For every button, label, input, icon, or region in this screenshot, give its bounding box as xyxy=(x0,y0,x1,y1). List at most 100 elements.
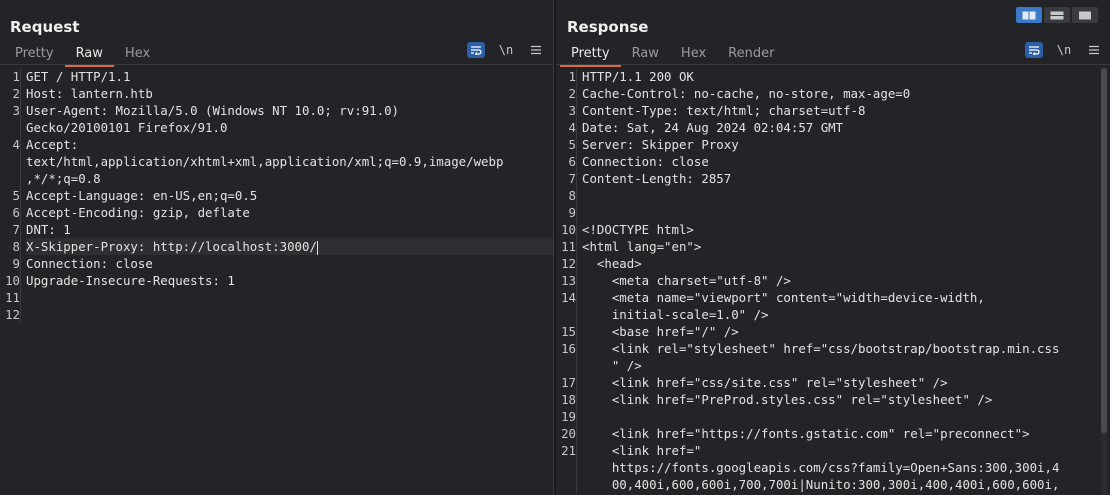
line-number: 10 xyxy=(561,222,576,237)
tab-hex[interactable]: Hex xyxy=(670,44,717,65)
code-line[interactable]: 3 Content-Type: text/html; charset=utf-8 xyxy=(556,102,1110,119)
code-line[interactable]: 6 Connection: close xyxy=(556,153,1110,170)
code-line[interactable]: 19 xyxy=(556,408,1110,425)
show-newlines-button[interactable]: \n xyxy=(497,42,515,58)
code-line[interactable]: 4 Accept: xyxy=(0,136,553,153)
code-line[interactable]: ,*/*;q=0.8 xyxy=(0,170,553,187)
gutter-separator xyxy=(576,187,577,204)
code-line[interactable]: 17 <link href="css/site.css" rel="styles… xyxy=(556,374,1110,391)
show-newlines-button[interactable]: \n xyxy=(1055,42,1073,58)
code-text: <link href="https://fonts.gstatic.com" r… xyxy=(582,426,1030,441)
code-text: Host: lantern.htb xyxy=(26,86,153,101)
code-line[interactable]: Gecko/20100101 Firefox/91.0 xyxy=(0,119,553,136)
code-line[interactable]: 6 Accept-Encoding: gzip, deflate xyxy=(0,204,553,221)
response-tools: \n xyxy=(1025,42,1103,58)
code-text: <html lang="en"> xyxy=(582,239,702,254)
line-number: 12 xyxy=(5,307,20,322)
tab-render[interactable]: Render xyxy=(717,44,785,65)
code-line[interactable]: 9 xyxy=(556,204,1110,221)
code-line[interactable]: " /> xyxy=(556,357,1110,374)
stacked-icon[interactable] xyxy=(1044,7,1070,23)
tab-pretty[interactable]: Pretty xyxy=(4,44,65,65)
code-line[interactable]: 12 <head> xyxy=(556,255,1110,272)
code-line[interactable]: 10 <!DOCTYPE html> xyxy=(556,221,1110,238)
line-number: 11 xyxy=(5,290,20,305)
code-text: Accept-Encoding: gzip, deflate xyxy=(26,205,250,220)
code-text: <link href="css/site.css" rel="styleshee… xyxy=(582,375,948,390)
gutter-separator xyxy=(20,119,21,136)
code-line[interactable]: initial-scale=1.0" /> xyxy=(556,306,1110,323)
gutter-separator xyxy=(576,119,577,136)
gutter-separator xyxy=(20,170,21,187)
code-line[interactable]: 7 Content-Length: 2857 xyxy=(556,170,1110,187)
word-wrap-icon[interactable] xyxy=(1025,42,1043,58)
code-line[interactable]: 8 X-Skipper-Proxy: http://localhost:3000/ xyxy=(0,238,553,255)
code-line[interactable]: 5 Accept-Language: en-US,en;q=0.5 xyxy=(0,187,553,204)
hamburger-menu-icon[interactable] xyxy=(1085,42,1103,58)
line-number: 19 xyxy=(561,409,576,424)
code-line[interactable]: 9 Connection: close xyxy=(0,255,553,272)
tab-raw[interactable]: Raw xyxy=(621,44,670,65)
code-line[interactable]: 5 Server: Skipper Proxy xyxy=(556,136,1110,153)
single-pane-icon[interactable] xyxy=(1072,7,1098,23)
code-text: ,*/*;q=0.8 xyxy=(26,171,101,186)
code-line[interactable]: 7 DNT: 1 xyxy=(0,221,553,238)
line-number: 4 xyxy=(12,137,20,152)
code-line[interactable]: text/html,application/xhtml+xml,applicat… xyxy=(0,153,553,170)
line-number: 3 xyxy=(568,103,576,118)
code-line[interactable]: 12 xyxy=(0,306,553,323)
code-line[interactable]: 16 <link rel="stylesheet" href="css/boot… xyxy=(556,340,1110,357)
line-number xyxy=(556,476,576,493)
code-text: Server: Skipper Proxy xyxy=(582,137,739,152)
line-number: 20 xyxy=(561,426,576,441)
code-line[interactable]: 10 Upgrade-Insecure-Requests: 1 xyxy=(0,272,553,289)
code-text: text/html,application/xhtml+xml,applicat… xyxy=(26,154,504,169)
code-text: https://fonts.googleapis.com/css?family=… xyxy=(582,460,1060,475)
code-line[interactable]: 21 <link href=" xyxy=(556,442,1110,459)
code-line[interactable]: 1 HTTP/1.1 200 OK xyxy=(556,68,1110,85)
code-text: Accept-Language: en-US,en;q=0.5 xyxy=(26,188,258,203)
code-text: DNT: 1 xyxy=(26,222,71,237)
hamburger-menu-icon[interactable] xyxy=(527,42,545,58)
code-line[interactable]: 11 xyxy=(0,289,553,306)
code-line[interactable]: 2 Cache-Control: no-cache, no-store, max-… xyxy=(556,85,1110,102)
tab-separator xyxy=(556,64,1110,65)
gutter-separator xyxy=(576,391,577,408)
code-line[interactable]: 1 GET / HTTP/1.1 xyxy=(0,68,553,85)
code-line[interactable]: 3 User-Agent: Mozilla/5.0 (Windows NT 10.… xyxy=(0,102,553,119)
tab-separator xyxy=(0,64,553,65)
code-text: X-Skipper-Proxy: http://localhost:3000/ xyxy=(26,238,553,255)
gutter-separator xyxy=(576,68,577,85)
vertical-scrollbar[interactable] xyxy=(1101,68,1107,495)
code-line[interactable]: 13 <meta charset="utf-8" /> xyxy=(556,272,1110,289)
side-by-side-icon[interactable] xyxy=(1016,7,1042,23)
code-line[interactable]: 4 Date: Sat, 24 Aug 2024 02:04:57 GMT xyxy=(556,119,1110,136)
code-text: <meta charset="utf-8" /> xyxy=(582,273,791,288)
gutter-separator xyxy=(576,153,577,170)
tab-hex[interactable]: Hex xyxy=(114,44,161,65)
code-line[interactable]: 14 <meta name="viewport" content="width=… xyxy=(556,289,1110,306)
code-text: " /> xyxy=(582,358,642,373)
line-number: 17 xyxy=(561,375,576,390)
line-number xyxy=(556,459,576,476)
code-line[interactable]: 2 Host: lantern.htb xyxy=(0,85,553,102)
line-number: 1 xyxy=(12,69,20,84)
code-line[interactable]: https://fonts.googleapis.com/css?family=… xyxy=(556,459,1110,476)
code-line[interactable]: 11 <html lang="en"> xyxy=(556,238,1110,255)
code-line[interactable]: 20 <link href="https://fonts.gstatic.com… xyxy=(556,425,1110,442)
gutter-separator xyxy=(20,187,21,204)
request-editor[interactable]: 1 GET / HTTP/1.1 2 Host: lantern.htb 3 User-A… xyxy=(0,68,553,495)
code-line[interactable]: 8 xyxy=(556,187,1110,204)
code-line[interactable]: 15 <base href="/" /> xyxy=(556,323,1110,340)
word-wrap-icon[interactable] xyxy=(467,42,485,58)
line-number: 5 xyxy=(568,137,576,152)
code-line[interactable]: 18 <link href="PreProd.styles.css" rel="… xyxy=(556,391,1110,408)
line-number: 10 xyxy=(5,273,20,288)
code-text: Gecko/20100101 Firefox/91.0 xyxy=(26,120,228,135)
code-line[interactable]: 00,400i,600,600i,700,700i|Nunito:300,300… xyxy=(556,476,1110,493)
scrollbar-thumb[interactable] xyxy=(1101,68,1107,433)
response-editor[interactable]: 1 HTTP/1.1 200 OK 2 Cache-Control: no-cache… xyxy=(556,68,1110,495)
